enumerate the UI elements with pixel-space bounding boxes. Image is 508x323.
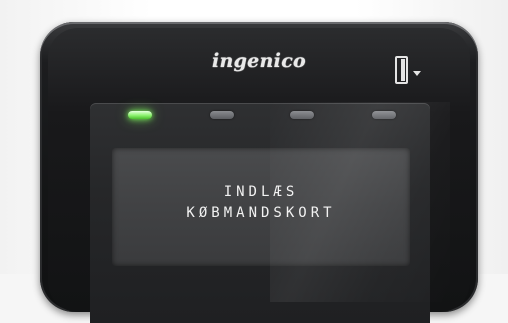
status-led-4 xyxy=(372,111,396,119)
card-slot-icon xyxy=(395,56,421,84)
status-led-1 xyxy=(128,111,152,119)
status-led-2 xyxy=(210,111,234,119)
status-led-3 xyxy=(290,111,314,119)
payment-terminal: ingenico INDLÆS KØBMANDSKORT xyxy=(40,22,478,323)
display-line-2: KØBMANDSKORT xyxy=(186,205,336,221)
display-line-1: INDLÆS xyxy=(223,184,299,200)
lcd-display: INDLÆS KØBMANDSKORT xyxy=(112,148,410,266)
